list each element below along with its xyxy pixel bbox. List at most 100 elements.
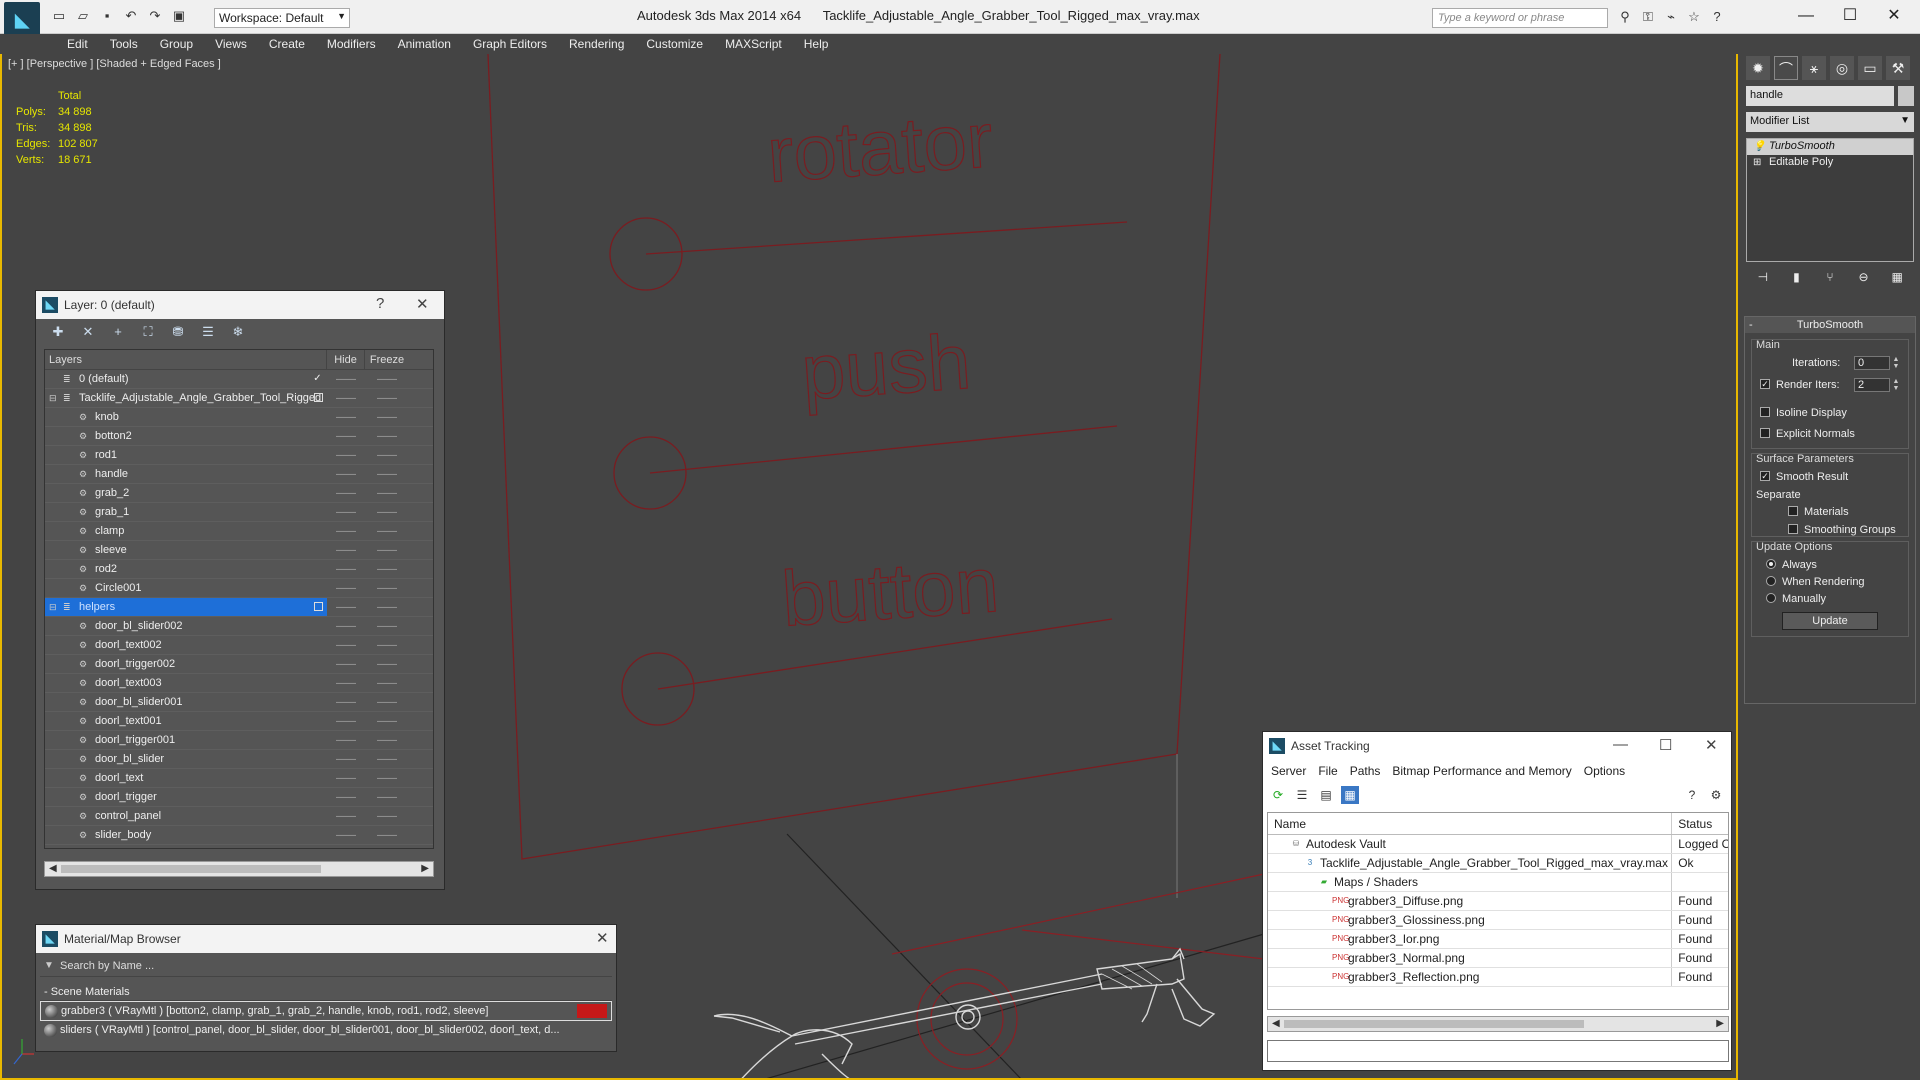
whats-this-icon[interactable]: ⚙ [1707,786,1725,804]
new-file-icon[interactable]: ▭ [50,8,68,24]
favorites-star-icon[interactable]: ☆ [1685,8,1703,26]
layer-horizontal-scrollbar[interactable]: ◀ ▶ [44,861,434,877]
hide-toggle[interactable]: —— [327,716,365,727]
layer-name-cell[interactable]: ⚙ botton2 [45,427,327,445]
help-icon[interactable]: ? [376,295,384,312]
stack-item-editable-poly[interactable]: ⊞ Editable Poly [1747,155,1913,171]
hide-toggle[interactable]: —— [327,640,365,651]
asset-row[interactable]: PNG grabber3_Reflection.png Found [1268,968,1728,987]
hide-toggle[interactable]: —— [327,412,365,423]
layer-object-row[interactable]: ⚙ doorl_text003 —— —— [45,674,433,693]
freeze-toggle[interactable]: —— [365,374,409,385]
menu-modifiers[interactable]: Modifiers [316,34,387,54]
layer-name-cell[interactable]: ⚙ doorl_trigger001 [45,731,327,749]
layer-row[interactable]: ≣ Tacklife_Adjustable_Angle_Grabber_Tool_… [45,389,433,408]
hide-toggle[interactable]: —— [327,602,365,613]
hide-toggle[interactable]: —— [327,754,365,765]
layer-name-cell[interactable]: ⚙ doorl_text [45,769,327,787]
col-freeze[interactable]: Freeze [365,350,409,369]
layer-object-row[interactable]: ⚙ doorl_text —— —— [45,769,433,788]
layer-object-row[interactable]: ⚙ door_bl_slider —— —— [45,750,433,769]
menu-maxscript[interactable]: MAXScript [714,34,793,54]
hide-toggle[interactable]: —— [327,393,365,404]
smooth-result-checkbox[interactable]: ✓ [1760,471,1770,481]
redo-icon[interactable]: ↷ [146,8,164,24]
when-rendering-radio[interactable] [1766,576,1776,586]
spinner-arrows-icon[interactable]: ▲ ▼ [1892,378,1900,392]
rollout-header[interactable]: - TurboSmooth [1745,317,1915,333]
col-name[interactable]: Name [1268,813,1673,834]
asset-menu-server[interactable]: Server [1267,760,1314,782]
freeze-toggle[interactable]: —— [365,830,409,841]
display-tab-icon[interactable]: ▭ [1858,56,1882,80]
layer-object-row[interactable]: ⚙ doorl_trigger001 —— —— [45,731,433,750]
menu-animation[interactable]: Animation [387,34,462,54]
layer-object-row[interactable]: ⚙ door_bl_slider001 —— —— [45,693,433,712]
layer-row[interactable]: ≣ 0 (default) ✓ —— —— [45,370,433,389]
hide-toggle[interactable]: —— [327,697,365,708]
layer-name-cell[interactable]: ≣ 0 (default) ✓ [45,370,327,388]
layer-object-row[interactable]: ⚙ doorl_trigger002 —— —— [45,655,433,674]
maximize-button[interactable]: ☐ [1830,4,1870,28]
freeze-toggle[interactable]: —— [365,507,409,518]
undo-icon[interactable]: ↶ [122,8,140,24]
menu-group[interactable]: Group [149,34,204,54]
layer-name-cell[interactable]: ⚙ control_panel [45,807,327,825]
layer-name-cell[interactable]: ≣ Tacklife_Adjustable_Angle_Grabber_Tool_… [45,389,327,407]
hide-toggle[interactable]: —— [327,659,365,670]
freeze-toggle[interactable]: —— [365,450,409,461]
list-view-icon[interactable]: ☰ [1293,786,1311,804]
layer-name-cell[interactable]: ⚙ doorl_text002 [45,636,327,654]
freeze-toggle[interactable]: —— [365,754,409,765]
scroll-right-icon[interactable]: ▶ [421,862,429,876]
menu-tools[interactable]: Tools [99,34,149,54]
asset-name-cell[interactable]: PNG grabber3_Ior.png [1268,930,1673,948]
help-search-input[interactable]: Type a keyword or phrase [1432,8,1608,28]
close-icon[interactable]: ✕ [416,295,429,313]
asset-row[interactable]: ⛁ Autodesk Vault Logged O [1268,835,1728,854]
help-icon[interactable]: ? [1708,8,1726,26]
asset-tracking-titlebar[interactable]: ◣ Asset Tracking — ☐ ✕ [1263,732,1731,760]
binoculars-icon[interactable]: ⚲ [1616,8,1634,26]
pin-stack-icon[interactable]: ⊣ [1754,268,1772,286]
layer-name-cell[interactable]: ⚙ clamp [45,522,327,540]
freeze-toggle[interactable]: —— [365,393,409,404]
maximize-icon[interactable]: ☐ [1659,736,1672,754]
layer-name-cell[interactable]: ⚙ handle [45,465,327,483]
lightbulb-icon[interactable]: 💡 [1753,141,1765,152]
collapse-icon[interactable]: - [1749,317,1753,333]
scroll-right-icon[interactable]: ▶ [1716,1017,1724,1031]
freeze-toggle[interactable]: —— [365,431,409,442]
utilities-tab-icon[interactable]: ⚒ [1886,56,1910,80]
communication-icon[interactable]: ⌁ [1662,8,1680,26]
layer-object-row[interactable]: ⚙ door_bl_slider002 —— —— [45,617,433,636]
asset-name-cell[interactable]: ▰ Maps / Shaders [1268,873,1673,891]
asset-row[interactable]: PNG grabber3_Glossiness.png Found [1268,911,1728,930]
asset-name-cell[interactable]: ⛁ Autodesk Vault [1268,835,1673,853]
refresh-icon[interactable]: ⟳ [1269,786,1287,804]
hide-toggle[interactable]: —— [327,564,365,575]
layer-object-row[interactable]: ⚙ Circle001 —— —— [45,579,433,598]
minimize-icon[interactable]: — [1613,736,1628,753]
configure-sets-icon[interactable]: ▦ [1888,268,1906,286]
help-icon[interactable]: ? [1683,786,1701,804]
asset-name-cell[interactable]: PNG grabber3_Normal.png [1268,949,1673,967]
layer-object-row[interactable]: ⚙ doorl_text002 —— —— [45,636,433,655]
hide-toggle[interactable]: —— [327,469,365,480]
layer-name-cell[interactable]: ≣ helpers ⊟ [45,598,327,616]
layer-object-row[interactable]: ⚙ doorl_text001 —— —— [45,712,433,731]
freeze-all-layers-icon[interactable]: ❄ [228,323,248,341]
select-objects-icon[interactable]: ⛶ [138,323,158,341]
col-hide[interactable]: Hide [327,350,365,369]
layer-name-cell[interactable]: ⚙ sleeve [45,541,327,559]
layer-name-cell[interactable]: ⚙ rod1 [45,446,327,464]
layer-row[interactable]: ≣ helpers ⊟ —— —— [45,598,433,617]
hide-toggle[interactable]: —— [327,830,365,841]
iterations-spinner[interactable]: 0 [1854,356,1890,370]
collapse-icon[interactable]: ⊟ [49,602,59,612]
asset-name-cell[interactable]: PNG grabber3_Reflection.png [1268,968,1673,986]
layer-name-cell[interactable]: ⚙ grab_1 [45,503,327,521]
layer-name-cell[interactable]: ⚙ Circle001 [45,579,327,597]
make-unique-icon[interactable]: ⑂ [1821,268,1839,286]
hide-toggle[interactable]: —— [327,811,365,822]
